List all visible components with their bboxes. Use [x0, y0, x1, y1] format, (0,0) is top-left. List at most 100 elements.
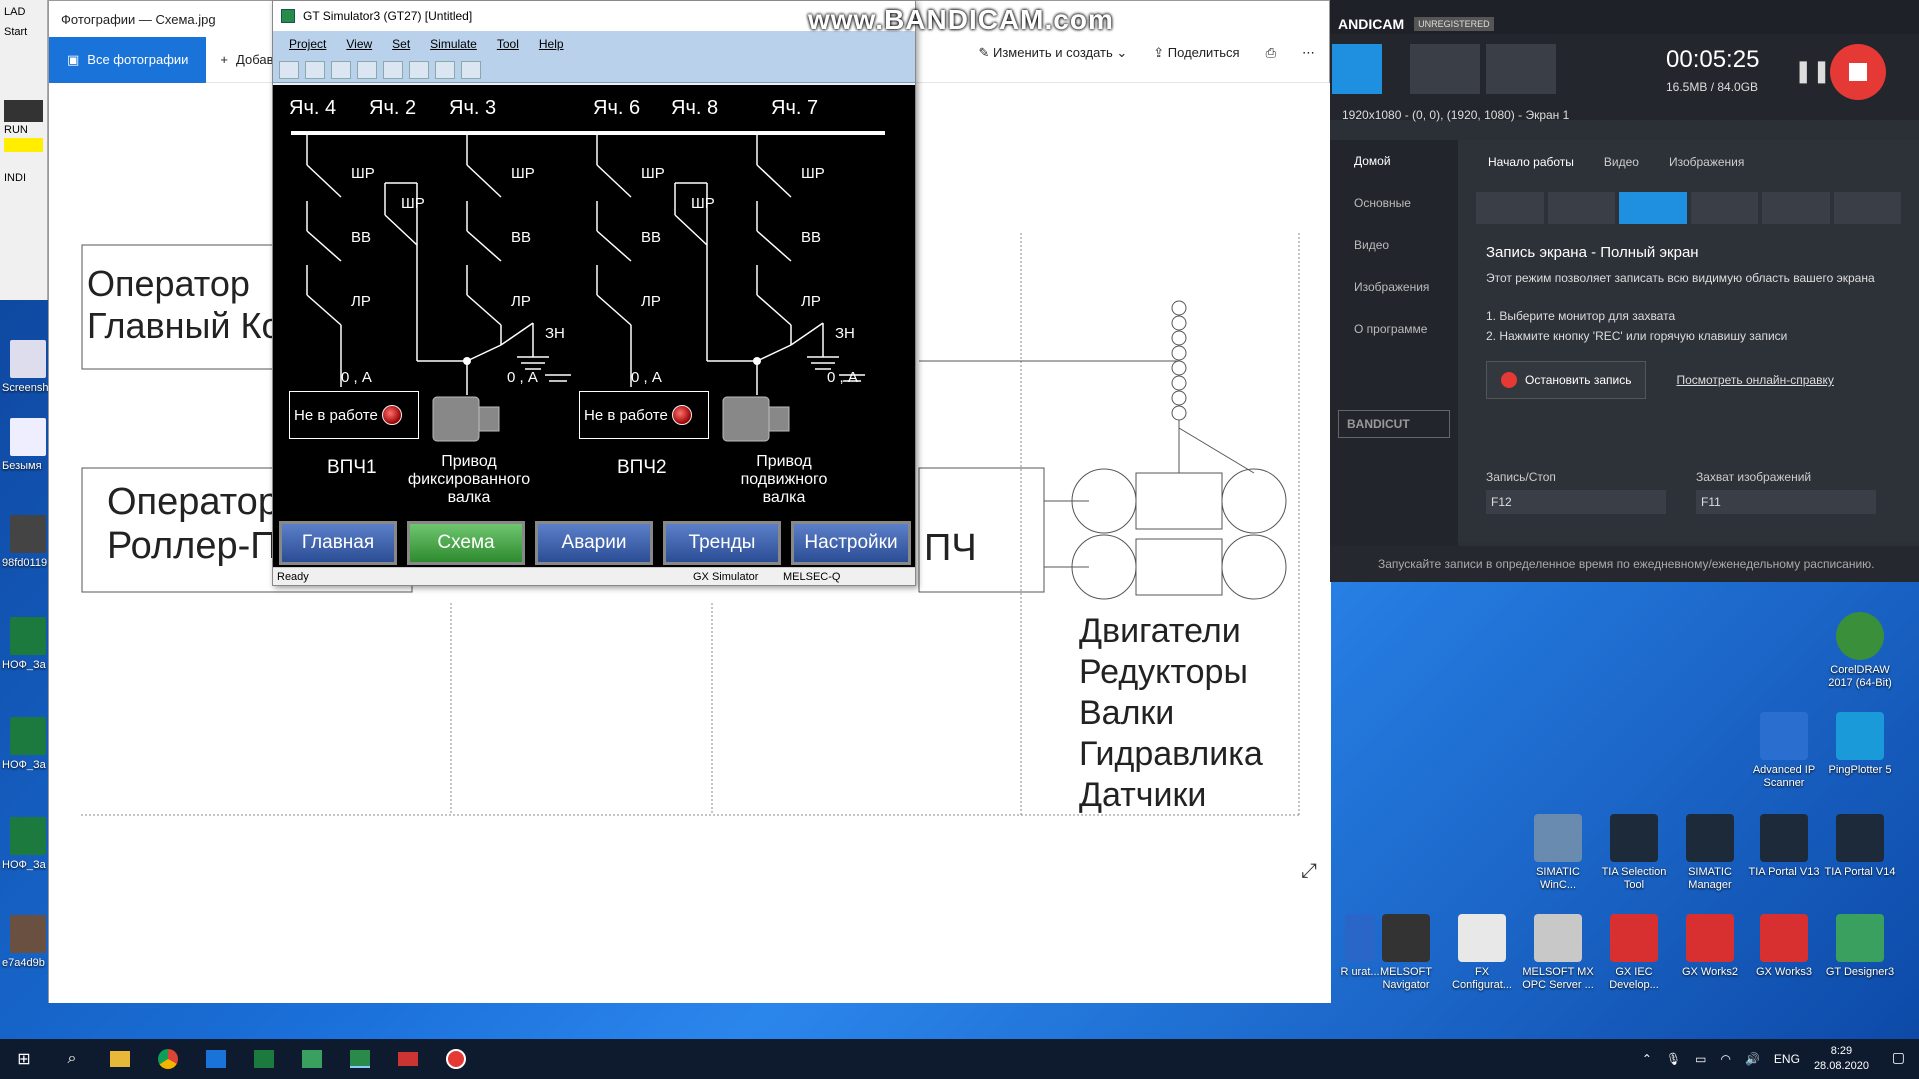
sidebar-item-general[interactable]: Основные	[1330, 182, 1458, 224]
edit-create-button[interactable]: ✎ Изменить и создать ⌄	[978, 45, 1127, 61]
lad-window[interactable]: LAD Start RUN INDI	[0, 0, 48, 300]
nav-trends-button[interactable]: Тренды	[663, 521, 781, 565]
desktop-icon-fx-configurator[interactable]: FX Configurat...	[1446, 914, 1518, 992]
excel-icon[interactable]	[240, 1039, 288, 1079]
sidebar-item-images[interactable]: Изображения	[1330, 266, 1458, 308]
desktop-icon-tia-selection[interactable]: TIA Selection Tool	[1598, 814, 1670, 892]
menu-tool[interactable]: Tool	[487, 37, 529, 51]
desktop-icon-gx-works3[interactable]: GX Works3	[1748, 914, 1820, 979]
gt-simulator-window[interactable]: GT Simulator3 (GT27) [Untitled] Project …	[272, 0, 916, 586]
gt-statusbar: Ready GX Simulator MELSEC-Q	[273, 567, 915, 585]
photos-app-icon[interactable]	[192, 1039, 240, 1079]
expand-icon[interactable]: ⤢	[1301, 860, 1317, 883]
around-mouse-button[interactable]	[1690, 192, 1758, 224]
search-icon[interactable]: ⌕	[48, 1039, 96, 1079]
fullscreen-mode-button[interactable]	[1619, 192, 1687, 224]
more-icon[interactable]: ⋯	[1302, 45, 1315, 61]
microphone-icon[interactable]: 🎙	[1666, 1052, 1681, 1066]
desktop-icon-gx-works2[interactable]: GX Works2	[1674, 914, 1746, 979]
sidebar-item-home[interactable]: Домой	[1330, 140, 1458, 182]
language-indicator[interactable]: ENG	[1774, 1052, 1800, 1066]
bandicam-window[interactable]: ANDICAM UNREGISTERED 00:05:25 16.5MB / 8…	[1330, 0, 1919, 582]
share-button[interactable]: ⇪ Поделиться	[1153, 45, 1239, 61]
desktop-icon-simatic-winc[interactable]: SIMATIC WinC...	[1522, 814, 1594, 892]
tab-images[interactable]: Изображения	[1669, 155, 1744, 169]
menu-view[interactable]: View	[336, 37, 382, 51]
desktop-icon-pingplotter[interactable]: PingPlotter 5	[1824, 712, 1896, 777]
record-hotkey-field[interactable]: F12	[1486, 490, 1666, 514]
nav-scheme-button[interactable]: Схема	[407, 521, 525, 565]
tab-video[interactable]: Видео	[1604, 155, 1639, 169]
print-icon[interactable]: ⎙	[1266, 45, 1276, 61]
desktop-icon-screenshot[interactable]: Screensh	[0, 340, 50, 394]
desktop-icon-excel[interactable]: НОФ_За	[0, 817, 50, 871]
back-button[interactable]	[1476, 192, 1544, 224]
vpch2-status[interactable]: Не в работе	[579, 391, 709, 439]
bandicam-task-icon[interactable]	[432, 1039, 480, 1079]
toolbar-button[interactable]	[305, 60, 325, 79]
lad-title: LAD	[4, 6, 26, 18]
stop-record-button[interactable]	[1830, 44, 1886, 100]
lad-start[interactable]: Start	[0, 24, 47, 40]
nav-settings-button[interactable]: Настройки	[791, 521, 911, 565]
rect-mode-button[interactable]	[1547, 192, 1615, 224]
desktop-icon-simatic-manager[interactable]: SIMATIC Manager	[1674, 814, 1746, 892]
chrome-icon[interactable]	[144, 1039, 192, 1079]
desktop-icon-image[interactable]: 98fd0119	[0, 515, 50, 569]
menu-simulate[interactable]: Simulate	[420, 37, 487, 51]
clock[interactable]: 8:29 28.08.2020	[1814, 1044, 1869, 1074]
nav-main-button[interactable]: Главная	[279, 521, 397, 565]
bandicut-button[interactable]: BANDICUT	[1338, 410, 1450, 438]
vpch1-status[interactable]: Не в работе	[289, 391, 419, 439]
desktop-icon-melsoft-navigator[interactable]: MELSOFT Navigator	[1370, 914, 1442, 992]
game-mode-icon[interactable]	[1410, 44, 1480, 94]
menu-help[interactable]: Help	[529, 37, 574, 51]
all-photos-button[interactable]: ▣ Все фотографии	[49, 36, 207, 83]
desktop-icon-gx-iec[interactable]: GX IEC Develop...	[1598, 914, 1670, 992]
desktop-icon-tia-v13[interactable]: TIA Portal V13	[1748, 814, 1820, 879]
hdmi-mode-icon[interactable]	[1486, 44, 1556, 94]
file-explorer-icon[interactable]	[96, 1039, 144, 1079]
toolbar-button[interactable]	[383, 60, 403, 79]
pause-icon[interactable]: ❚❚	[1794, 58, 1831, 84]
switch-label-shr: ШР	[351, 165, 375, 182]
toolbar-button[interactable]	[331, 60, 351, 79]
menu-project[interactable]: Project	[279, 37, 336, 51]
desktop-icon-excel[interactable]: НОФ_За	[0, 717, 50, 771]
desktop-icon-coreldraw[interactable]: CorelDRAW 2017 (64-Bit)	[1824, 612, 1896, 690]
menu-set[interactable]: Set	[382, 37, 420, 51]
chevron-up-icon[interactable]: ⌃	[1642, 1052, 1652, 1066]
schedule-banner[interactable]: Запускайте записи в определенное время п…	[1330, 546, 1919, 582]
toolbar-button[interactable]	[461, 60, 481, 79]
online-help-link[interactable]: Посмотреть онлайн-справку	[1676, 373, 1833, 387]
desktop-icon-file[interactable]: Безымя	[0, 418, 50, 472]
desktop-icon-image[interactable]: e7a4d9b	[0, 915, 50, 969]
stop-recording-button[interactable]: Остановить запись	[1486, 361, 1647, 399]
game-mode-button[interactable]	[1762, 192, 1830, 224]
sidebar-item-video[interactable]: Видео	[1330, 224, 1458, 266]
notifications-icon[interactable]: ▢	[1892, 1049, 1905, 1066]
desktop-icon-tia-v14[interactable]: TIA Portal V14	[1824, 814, 1896, 879]
nav-alarms-button[interactable]: Аварии	[535, 521, 653, 565]
screen-mode-icon[interactable]	[1332, 44, 1382, 94]
toolbar-button[interactable]	[357, 60, 377, 79]
capture-hotkey-field[interactable]: F11	[1696, 490, 1876, 514]
display-icon[interactable]: ▭	[1695, 1052, 1706, 1066]
wifi-icon[interactable]: ◠	[1720, 1052, 1730, 1066]
icon-label: e7a4d9b	[2, 957, 45, 969]
desktop-icon-mx-opc[interactable]: MELSOFT MX OPC Server ...	[1522, 914, 1594, 992]
desktop-icon-gt-designer3[interactable]: GT Designer3	[1824, 914, 1896, 979]
start-windows-icon[interactable]: ⊞	[0, 1039, 48, 1079]
desktop-icon-ip-scanner[interactable]: Advanced IP Scanner	[1748, 712, 1820, 790]
gt-simulator-task-icon[interactable]	[336, 1039, 384, 1079]
gt-designer-task-icon[interactable]	[288, 1039, 336, 1079]
tab-get-started[interactable]: Начало работы	[1488, 155, 1574, 169]
toolbar-button[interactable]	[435, 60, 455, 79]
sidebar-item-about[interactable]: О программе	[1330, 308, 1458, 350]
toolbar-button[interactable]	[279, 60, 299, 79]
toolbar-button[interactable]	[409, 60, 429, 79]
desktop-icon-excel[interactable]: НОФ_За	[0, 617, 50, 671]
volume-icon[interactable]: 🔊	[1745, 1052, 1760, 1066]
device-mode-button[interactable]	[1833, 192, 1901, 224]
melsoft-task-icon[interactable]	[384, 1039, 432, 1079]
